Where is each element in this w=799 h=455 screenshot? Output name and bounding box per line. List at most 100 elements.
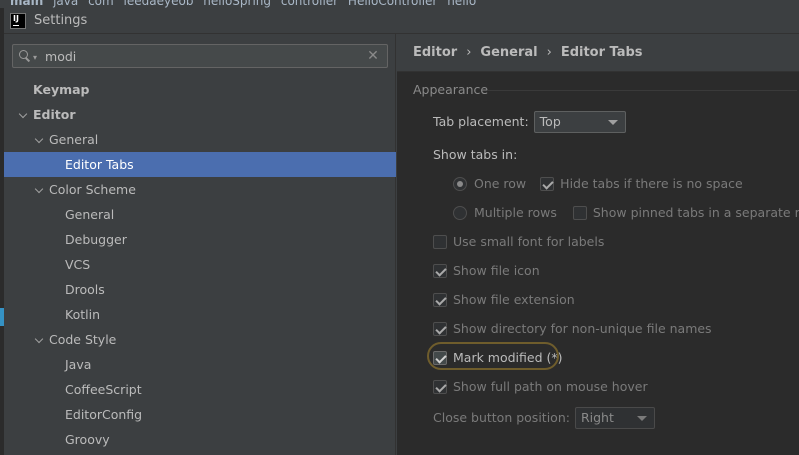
hide-tabs-checkbox[interactable]	[540, 177, 555, 191]
mark-modified-row[interactable]: Mark modified (*)	[433, 348, 563, 368]
tree-scrollbar[interactable]	[388, 94, 395, 455]
ide-breadcrumbs: main java com leedaeyeob helloSpring con…	[10, 0, 482, 8]
full-path-checkbox[interactable]	[433, 380, 447, 394]
tab-placement-row: Tab placement: Top	[433, 111, 626, 133]
tree-item-label: Keymap	[33, 82, 90, 97]
tree-item-debugger[interactable]: Debugger	[4, 227, 396, 252]
mark-modified-label: Mark modified (*)	[453, 350, 563, 365]
tree-item-general[interactable]: General	[4, 127, 396, 152]
full-path-label: Show full path on mouse hover	[453, 379, 648, 394]
dialog-title: Settings	[34, 13, 88, 28]
file-icon-label: Show file icon	[453, 263, 540, 278]
tree-item-keymap[interactable]: Keymap	[4, 77, 396, 102]
search-icon[interactable]	[18, 49, 32, 63]
directory-names-label: Show directory for non-unique file names	[453, 321, 712, 336]
file-extension-checkbox[interactable]	[433, 293, 447, 307]
tree-item-drools[interactable]: Drools	[4, 277, 396, 302]
tree-item-color-scheme[interactable]: Color Scheme	[4, 177, 396, 202]
editor-tabs-settings: Appearance Tab placement: Top Show tabs …	[397, 72, 799, 455]
tree-item-label: Debugger	[65, 232, 127, 247]
one-row-option[interactable]: One row Hide tabs if there is no space	[453, 174, 743, 194]
tree-item-label: Java	[65, 357, 92, 372]
tree-item-label: General	[65, 207, 115, 222]
tab-placement-dropdown[interactable]: Top	[533, 111, 626, 133]
show-tabs-in-row: Show tabs in:	[433, 145, 517, 165]
ide-crumb[interactable]: main	[10, 0, 43, 8]
close-button-position-value: Right	[580, 410, 614, 425]
one-row-label: One row	[474, 176, 527, 191]
tree-item-groovy[interactable]: Groovy	[4, 427, 396, 452]
chevron-down-icon	[607, 120, 618, 125]
tree-item-label: General	[49, 132, 99, 147]
ide-crumb[interactable]: helloSpring	[203, 0, 271, 8]
ide-crumb[interactable]: HelloController	[348, 0, 437, 8]
tree-item-label: Color Scheme	[49, 182, 136, 197]
settings-tree-panel: ▾ ✕ Keymap Editor General Editor Tabs Color …	[4, 34, 396, 455]
tree-item-code-style[interactable]: Code Style	[4, 327, 396, 352]
full-path-row[interactable]: Show full path on mouse hover	[433, 377, 648, 397]
multiple-rows-label: Multiple rows	[474, 205, 557, 220]
search-history-chevron-icon[interactable]: ▾	[33, 53, 37, 62]
tree-item-general[interactable]: General	[4, 202, 396, 227]
file-extension-row[interactable]: Show file extension	[433, 290, 575, 310]
chevron-down-icon	[636, 416, 647, 421]
tree-item-label: Editor	[33, 107, 76, 122]
clear-search-icon[interactable]: ✕	[365, 48, 381, 64]
ide-crumb[interactable]: leedaeyeob	[124, 0, 194, 8]
tree-item-editorconfig[interactable]: EditorConfig	[4, 402, 396, 427]
chevron-down-icon[interactable]	[36, 186, 44, 194]
show-pinned-checkbox[interactable]	[572, 206, 587, 220]
tree-item-label: Code Style	[49, 332, 117, 347]
tab-placement-value: Top	[539, 114, 561, 129]
settings-content-panel: Editor › General › Editor Tabs Appearance Ta…	[397, 34, 799, 455]
breadcrumb-editor-tabs: Editor Tabs	[560, 45, 643, 60]
tree-item-label: Kotlin	[65, 307, 100, 322]
tree-item-editor[interactable]: Editor	[4, 102, 396, 127]
settings-dialog: Settings ▾ ✕ Keymap Editor General Editor T…	[4, 8, 799, 455]
breadcrumb-editor: Editor	[413, 45, 458, 60]
tree-item-java[interactable]: Java	[4, 352, 396, 377]
tree-item-coffeescript[interactable]: CoffeeScript	[4, 377, 396, 402]
close-button-position-row: Close button position: Right	[433, 407, 655, 429]
close-button-position-label: Close button position:	[433, 410, 570, 425]
ide-crumb[interactable]: hello	[447, 0, 476, 8]
show-tabs-in-label: Show tabs in:	[433, 147, 518, 162]
ide-crumb[interactable]: com	[88, 0, 114, 8]
dialog-titlebar[interactable]: Settings	[4, 8, 799, 34]
small-font-row[interactable]: Use small font for labels	[433, 232, 604, 252]
file-icon-row[interactable]: Show file icon	[433, 261, 540, 281]
tree-item-label: VCS	[65, 257, 91, 272]
tab-placement-label: Tab placement:	[433, 114, 529, 129]
file-extension-label: Show file extension	[453, 292, 575, 307]
tree-item-label: EditorConfig	[65, 407, 143, 422]
chevron-down-icon[interactable]	[36, 336, 44, 344]
tree-item-vcs[interactable]: VCS	[4, 252, 396, 277]
section-divider	[487, 90, 797, 91]
search-input[interactable]	[45, 46, 365, 66]
one-row-radio[interactable]	[453, 177, 467, 191]
close-button-position-dropdown[interactable]: Right	[574, 407, 655, 429]
ide-navigation-bar: main java com leedaeyeob helloSpring con…	[0, 0, 799, 8]
directory-names-checkbox[interactable]	[433, 322, 447, 336]
directory-names-row[interactable]: Show directory for non-unique file names	[433, 319, 712, 339]
settings-search-box[interactable]: ▾ ✕	[12, 44, 388, 68]
section-title-appearance: Appearance	[413, 82, 489, 97]
breadcrumb-separator: ›	[466, 45, 472, 60]
mark-modified-checkbox[interactable]	[433, 351, 447, 365]
ide-crumb[interactable]: java	[53, 0, 78, 8]
hide-tabs-label: Hide tabs if there is no space	[560, 176, 743, 191]
breadcrumb-general: General	[480, 45, 538, 60]
tree-item-kotlin[interactable]: Kotlin	[4, 302, 396, 327]
tree-item-label: CoffeeScript	[65, 382, 142, 397]
small-font-checkbox[interactable]	[433, 235, 447, 249]
breadcrumb: Editor › General › Editor Tabs	[413, 43, 643, 63]
tree-item-editor-tabs[interactable]: Editor Tabs	[4, 152, 396, 177]
multiple-rows-option[interactable]: Multiple rows Show pinned tabs in a sepa…	[453, 203, 799, 223]
file-icon-checkbox[interactable]	[433, 264, 447, 278]
chevron-down-icon[interactable]	[20, 111, 28, 119]
multiple-rows-radio[interactable]	[453, 206, 467, 220]
ide-crumb[interactable]: controller	[281, 0, 338, 8]
breadcrumb-separator: ›	[546, 45, 552, 60]
chevron-down-icon[interactable]	[36, 136, 44, 144]
settings-tree: Keymap Editor General Editor Tabs Color Sche…	[4, 77, 396, 452]
